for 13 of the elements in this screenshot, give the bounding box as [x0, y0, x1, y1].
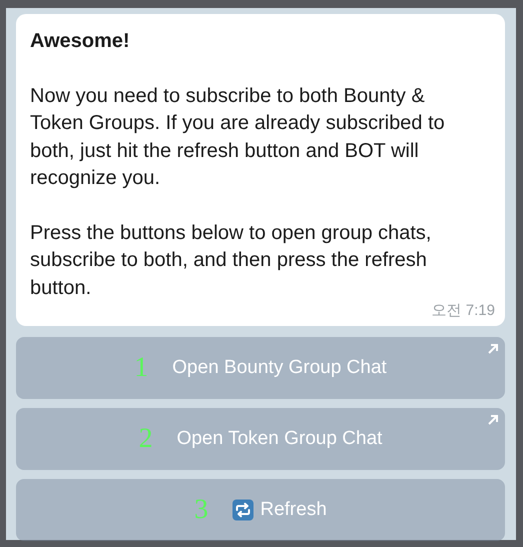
message-title: Awesome!: [30, 29, 131, 54]
message-time: 오전 7:19: [430, 302, 495, 320]
annotation-number: 3: [194, 494, 208, 526]
inline-button[interactable]: 3 Refresh: [16, 479, 505, 541]
arrow-icon: [487, 343, 499, 355]
refresh-icon: [232, 499, 254, 521]
annotation-number: 1: [134, 352, 148, 384]
message-text: Now you need to subscribe to both Bounty & Token Groups. If you are already subscribed to both, just hit the refresh button and BOT will recognize you.: [30, 84, 446, 191]
arrow-icon: [487, 414, 499, 426]
inline-button[interactable]: 1 Open Bounty Group Chat: [16, 337, 505, 399]
annotation-number: 2: [138, 423, 153, 455]
inline-button[interactable]: 2 Open Token Group Chat: [16, 408, 505, 470]
message-text: Press the buttons below to open group chats, subscribe to both, and then press the refresh button.: [30, 220, 432, 300]
